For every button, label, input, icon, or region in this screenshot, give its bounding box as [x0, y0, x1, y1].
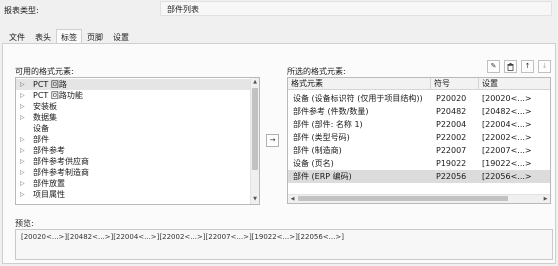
trash-icon — [507, 63, 514, 71]
scroll-up-icon[interactable]: ▲ — [251, 78, 259, 87]
tree-item-device[interactable]: 设备 — [16, 123, 252, 134]
add-element-button[interactable]: → — [266, 134, 279, 147]
arrow-right-icon: → — [269, 136, 276, 144]
tree-item-label: 数据集 — [33, 113, 57, 122]
expand-arrow-icon[interactable]: ▷ — [20, 90, 25, 101]
tab-header[interactable]: 表头 — [30, 29, 56, 43]
expand-arrow-icon[interactable]: ▷ — [20, 156, 25, 167]
expand-arrow-icon[interactable]: ▷ — [20, 167, 25, 178]
tree-item-label: 部件参考制造商 — [33, 168, 89, 177]
cell-symbol: P20020 — [436, 94, 467, 103]
expand-arrow-icon[interactable]: ▷ — [20, 189, 25, 200]
cell-setting: [22004<...> — [482, 120, 532, 129]
column-header-symbol[interactable]: 符号 — [431, 78, 479, 90]
cell-format-element: 部件参考 (件数/数量) — [293, 107, 369, 116]
expand-arrow-icon[interactable]: ▷ — [20, 101, 25, 112]
scroll-down-icon[interactable]: ▼ — [251, 195, 259, 204]
arrow-down-icon: ↓ — [541, 62, 548, 70]
expand-arrow-icon[interactable]: ▷ — [20, 145, 25, 156]
report-type-field: 部件列表 — [160, 1, 552, 16]
tree-item-label: 项目属性 — [33, 190, 65, 199]
tree-item-label: PCT 回路 — [33, 80, 67, 89]
available-elements-label: 可用的格式元素: — [15, 67, 74, 76]
scrollbar-thumb[interactable] — [252, 88, 258, 170]
vertical-scrollbar[interactable]: ▲ ▼ — [250, 78, 259, 204]
table-row[interactable]: 部件 (类型号码) P22002 [22002<...> — [288, 131, 550, 144]
table-header: 格式元素 符号 设置 — [288, 78, 550, 90]
cell-symbol: P22007 — [436, 146, 467, 155]
preview-label: 预览: — [15, 219, 34, 228]
tree-item-label: 部件参考供应商 — [33, 157, 89, 166]
cell-setting: [22007<...> — [482, 146, 532, 155]
report-type-label: 报表类型: — [4, 6, 39, 15]
cell-format-element: 设备 (设备标识符 (仅用于项目结构)) — [293, 94, 423, 103]
cell-symbol: P20482 — [436, 107, 467, 116]
cell-symbol: P22002 — [436, 133, 467, 142]
delete-button[interactable] — [504, 60, 517, 73]
column-header-setting[interactable]: 设置 — [479, 78, 550, 90]
scroll-right-icon[interactable]: ▶ — [541, 195, 550, 203]
cell-symbol: P22004 — [436, 120, 467, 129]
expand-arrow-icon[interactable]: ▷ — [20, 134, 25, 145]
tab-file[interactable]: 文件 — [4, 29, 30, 43]
cell-format-element: 部件 (类型号码) — [293, 133, 350, 142]
cell-format-element: 部件 (制造商) — [293, 146, 342, 155]
tree-item-label: PCT 回路功能 — [33, 91, 83, 100]
horizontal-scrollbar[interactable]: ◀ ▶ — [288, 194, 550, 203]
scrollbar-thumb[interactable] — [298, 196, 508, 201]
selected-elements-label: 所选的格式元素: — [287, 67, 346, 76]
tree-item-label: 安装板 — [33, 102, 57, 111]
tree-item-mounting-panel[interactable]: ▷ 安装板 — [16, 101, 252, 112]
cell-setting: [20020<...> — [482, 94, 532, 103]
tree-item-project-properties[interactable]: ▷ 项目属性 — [16, 189, 252, 200]
selected-elements-table[interactable]: 格式元素 符号 设置 设备 (设备标识符 (仅用于项目结构)) P20020 [… — [287, 77, 551, 204]
table-row[interactable]: 部件 (部件: 名称 1) P22004 [22004<...> — [288, 118, 550, 131]
arrow-up-icon: ↑ — [524, 62, 531, 70]
tree-item-label: 部件参考 — [33, 146, 65, 155]
tree-item-label: 设备 — [33, 124, 49, 133]
table-row[interactable]: 部件参考 (件数/数量) P20482 [20482<...> — [288, 105, 550, 118]
tree-item-part-reference[interactable]: ▷ 部件参考 — [16, 145, 252, 156]
preview-field: [20020<...>][20482<...>][22004<...>][220… — [15, 229, 553, 260]
cell-symbol: P22056 — [436, 172, 467, 181]
cell-format-element: 设备 (页名) — [293, 159, 334, 168]
pencil-icon: ✎ — [490, 62, 497, 70]
cell-setting: [20482<...> — [482, 107, 532, 116]
tree-item-label: 部件 — [33, 135, 49, 144]
tree-item-pct-loop[interactable]: ▷ PCT 回路 — [16, 79, 252, 90]
tree-item-part[interactable]: ▷ 部件 — [16, 134, 252, 145]
tab-label[interactable]: 标签 — [56, 29, 82, 44]
table-row[interactable]: 部件 (制造商) P22007 [22007<...> — [288, 144, 550, 157]
tree-item-part-reference-manufacturer[interactable]: ▷ 部件参考制造商 — [16, 167, 252, 178]
cell-setting: [19022<...> — [482, 159, 532, 168]
table-row[interactable]: 设备 (页名) P19022 [19022<...> — [288, 157, 550, 170]
tab-strip: 文件 表头 标签 页脚 设置 — [4, 29, 134, 44]
move-up-button[interactable]: ↑ — [521, 60, 534, 73]
cell-setting: [22056<...> — [482, 172, 532, 181]
scroll-left-icon[interactable]: ◀ — [288, 195, 297, 203]
cell-format-element: 部件 (ERP 编码) — [293, 172, 352, 181]
expand-arrow-icon[interactable]: ▷ — [20, 178, 25, 189]
expand-arrow-icon[interactable]: ▷ — [20, 79, 25, 90]
cell-setting: [22002<...> — [482, 133, 532, 142]
tree-item-part-placement[interactable]: ▷ 部件放置 — [16, 178, 252, 189]
available-elements-tree[interactable]: ▷ PCT 回路 ▷ PCT 回路功能 ▷ 安装板 ▷ 数据集 设备 ▷ 部件 … — [15, 77, 260, 205]
cell-format-element: 部件 (部件: 名称 1) — [293, 120, 363, 129]
column-header-format-element[interactable]: 格式元素 — [288, 78, 431, 90]
tab-settings[interactable]: 设置 — [108, 29, 134, 43]
tree-item-part-reference-supplier[interactable]: ▷ 部件参考供应商 — [16, 156, 252, 167]
table-row[interactable]: 设备 (设备标识符 (仅用于项目结构)) P20020 [20020<...> — [288, 92, 550, 105]
edit-button[interactable]: ✎ — [487, 60, 500, 73]
tree-item-label: 部件放置 — [33, 179, 65, 188]
table-row[interactable]: 部件 (ERP 编码) P22056 [22056<...> — [288, 170, 550, 183]
tree-item-pct-loop-function[interactable]: ▷ PCT 回路功能 — [16, 90, 252, 101]
tree-item-dataset[interactable]: ▷ 数据集 — [16, 112, 252, 123]
tab-footer[interactable]: 页脚 — [82, 29, 108, 43]
expand-arrow-icon[interactable]: ▷ — [20, 112, 25, 123]
move-down-button[interactable]: ↓ — [538, 60, 551, 73]
cell-symbol: P19022 — [436, 159, 467, 168]
